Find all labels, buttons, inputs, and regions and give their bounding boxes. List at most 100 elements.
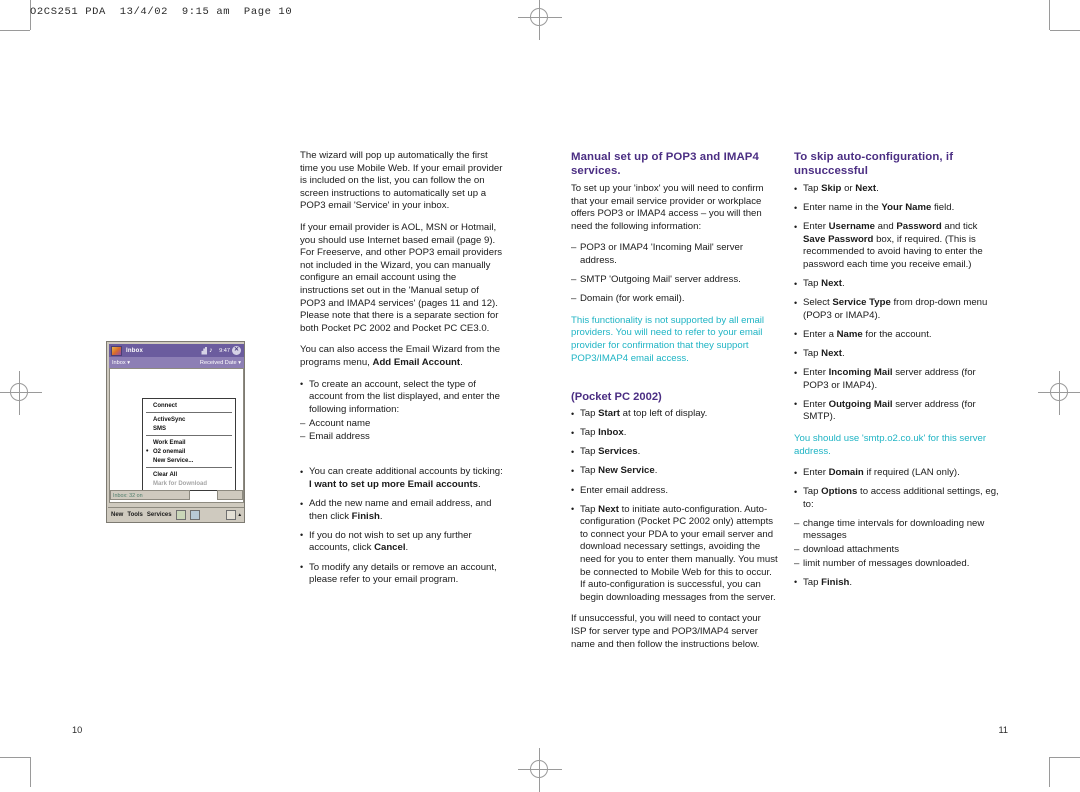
list-item-bold: Your Name	[881, 202, 932, 214]
list-item-bold: I want to set up more Email accounts	[309, 479, 478, 491]
list-item-post: for the account.	[862, 328, 932, 340]
list-item: Enter email address.	[571, 484, 778, 498]
menu-item-clear-all[interactable]: Clear All	[143, 470, 235, 479]
list-item-mid: or	[841, 183, 856, 194]
list-item: Tap New Service.	[571, 465, 778, 478]
list-item-pre: Tap	[580, 503, 599, 515]
list-item-pre: To modify any details or remove an accou…	[309, 561, 497, 586]
speaker-icon[interactable]: ♪	[209, 347, 217, 355]
list-item-post: .	[841, 347, 845, 359]
clock-label[interactable]: 9:47	[219, 348, 230, 354]
menu-divider	[146, 435, 232, 436]
list-item-bold: Outgoing Mail	[828, 398, 893, 410]
list-item-bold2: Next	[855, 183, 877, 194]
list-item-post: and tick	[941, 221, 978, 233]
list-item: Enter name in the Your Name field.	[794, 202, 1001, 215]
list-item-pre: Enter a	[803, 328, 837, 340]
list-item: Domain (for work email).	[571, 293, 778, 306]
right-steps-list: Tap Skip or Next. Enter name in the Your…	[794, 183, 1001, 424]
left-bullet-list-1: To create an account, select the type of…	[300, 378, 507, 444]
list-item: SMTP 'Outgoing Mail' server address.	[571, 274, 778, 287]
middle-note-text: This functionality is not supported by a…	[571, 314, 765, 364]
list-item: Tap Inbox.	[571, 427, 778, 440]
pda-filter-bar: Inbox ▾ Received Date ▾	[109, 357, 244, 368]
list-item-bold2: Password	[896, 221, 942, 233]
list-item-post: .	[623, 427, 627, 439]
list-item-pre: Tap	[580, 427, 599, 439]
list-item: POP3 or IMAP4 'Incoming Mail' server add…	[571, 242, 778, 267]
right-steps-list-2: Enter Domain if required (LAN only). Tap…	[794, 467, 1001, 511]
list-item-bold: Next	[598, 503, 619, 515]
list-item: Tap Options to access additional setting…	[794, 486, 1001, 511]
list-item: change time intervals for downloading ne…	[794, 518, 1001, 543]
menu-item-work-email[interactable]: Work Email	[143, 438, 235, 447]
list-item: Tap Next.	[794, 347, 1001, 361]
list-item-post: at top left of display.	[620, 408, 708, 420]
list-item-pre: Enter	[803, 367, 829, 379]
list-item-pre: Tap	[803, 347, 822, 359]
list-item-pre: Tap	[580, 408, 599, 420]
chevron-up-icon[interactable]: ▴	[238, 512, 241, 518]
pda-system-tray: ♪ 9:47 ✕	[200, 346, 241, 355]
keyboard-icon[interactable]	[175, 509, 186, 520]
right-options-list: change time intervals for downloading ne…	[794, 518, 1001, 570]
menu-item-o2-onemail[interactable]: O2 onemail	[143, 447, 235, 456]
list-item: Select Service Type from drop-down menu …	[794, 297, 1001, 322]
list-item-pre: Tap	[803, 183, 822, 194]
page-number-right: 11	[998, 725, 1008, 735]
list-item-post: .	[478, 479, 481, 491]
left-paragraph-2: If your email provider is AOL, MSN or Ho…	[300, 221, 503, 334]
list-item: Email address	[300, 431, 507, 444]
close-icon[interactable]: ✕	[232, 346, 241, 355]
left-paragraph-3: You can also access the Email Wizard fro…	[300, 344, 507, 369]
list-item-bold: Start	[598, 408, 620, 420]
list-item-bold: Incoming Mail	[828, 367, 893, 379]
list-item-post: .	[637, 446, 641, 458]
input-panel-icon[interactable]	[226, 509, 237, 520]
menu-item-connect[interactable]: Connect	[143, 401, 235, 410]
list-item: Enter a Name for the account.	[794, 328, 1001, 342]
menu-item-new-service[interactable]: New Service...	[143, 456, 235, 465]
pda-title-bar: Inbox ♪ 9:47 ✕	[109, 344, 244, 357]
right-note-text: You should use 'smtp.o2.co.uk' for this …	[794, 432, 987, 457]
list-item-post: .	[876, 183, 879, 194]
section-heading-skip-autoconfig: To skip auto-configuration, if unsuccess…	[794, 151, 954, 177]
page-number-left: 10	[72, 725, 83, 735]
list-item: Account name	[300, 418, 507, 431]
list-item-pre: Tap	[803, 486, 822, 498]
sort-dropdown-label: Received Date	[199, 359, 237, 366]
list-item-pre: Enter name in the	[803, 202, 882, 214]
toolbar-new-button[interactable]: New	[111, 512, 123, 518]
list-item-bold: New Service	[598, 465, 655, 477]
list-item: If you do not wish to set up any further…	[300, 529, 507, 555]
list-item: Tap Skip or Next.	[794, 183, 1001, 196]
list-item: You can create additional accounts by ti…	[300, 466, 507, 491]
list-item-pre: Enter email address.	[580, 484, 668, 496]
list-item-pre: Enter	[803, 467, 829, 479]
list-item: Tap Next.	[794, 278, 1001, 291]
middle-intro-paragraph: To set up your 'inbox' you will need to …	[571, 183, 764, 232]
toolbar-services-button[interactable]: Services	[147, 512, 172, 518]
start-icon[interactable]	[111, 345, 122, 356]
list-item: Tap Services.	[571, 446, 778, 459]
menu-item-sms[interactable]: SMS	[143, 424, 235, 433]
right-final-step-list: Tap Finish.	[794, 576, 1001, 590]
pda-status-spacer	[217, 490, 243, 500]
list-item-bold: Next	[821, 278, 842, 290]
toolbar-tools-button[interactable]: Tools	[127, 512, 143, 518]
list-item: Tap Start at top left of display.	[571, 408, 778, 421]
list-item-pre: Tap	[803, 576, 822, 588]
list-item-post: field.	[931, 202, 955, 214]
signal-icon[interactable]	[200, 346, 208, 355]
list-item-bold: Domain	[828, 467, 864, 479]
middle-steps-list: Tap Start at top left of display. Tap In…	[571, 408, 778, 604]
folder-dropdown[interactable]: Inbox ▾	[112, 360, 130, 366]
menu-item-activesync[interactable]: ActiveSync	[143, 415, 235, 424]
right-column: To skip auto-configuration, if unsuccess…	[794, 150, 1001, 596]
pda-window-title: Inbox	[126, 347, 143, 354]
list-item-pre: Select	[803, 297, 833, 309]
sort-dropdown[interactable]: Received Date ▾	[200, 360, 241, 366]
list-item-bold: Cancel	[374, 542, 406, 554]
list-item-pre: Tap	[803, 278, 822, 290]
network-icon[interactable]	[189, 509, 200, 520]
